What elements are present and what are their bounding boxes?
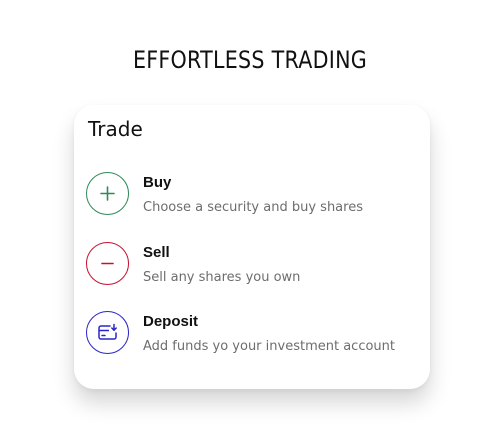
trade-card: Trade Buy Choose a security and buy shar…: [74, 105, 430, 389]
deposit-icon: [86, 311, 129, 354]
deposit-description: Add funds yo your investment account: [143, 339, 395, 354]
deposit-label: Deposit: [143, 313, 199, 330]
sell-option[interactable]: Sell Sell any shares you own: [86, 242, 422, 288]
sell-description: Sell any shares you own: [143, 270, 301, 285]
deposit-option[interactable]: Deposit Add funds yo your investment acc…: [86, 311, 422, 357]
page-headline: EFFORTLESS TRADING: [132, 46, 368, 74]
card-title: Trade: [88, 117, 143, 141]
buy-label: Buy: [143, 174, 172, 191]
buy-option[interactable]: Buy Choose a security and buy shares: [86, 172, 422, 218]
buy-description: Choose a security and buy shares: [143, 200, 363, 215]
plus-icon: [86, 172, 129, 215]
minus-icon: [86, 242, 129, 285]
sell-label: Sell: [143, 244, 170, 261]
